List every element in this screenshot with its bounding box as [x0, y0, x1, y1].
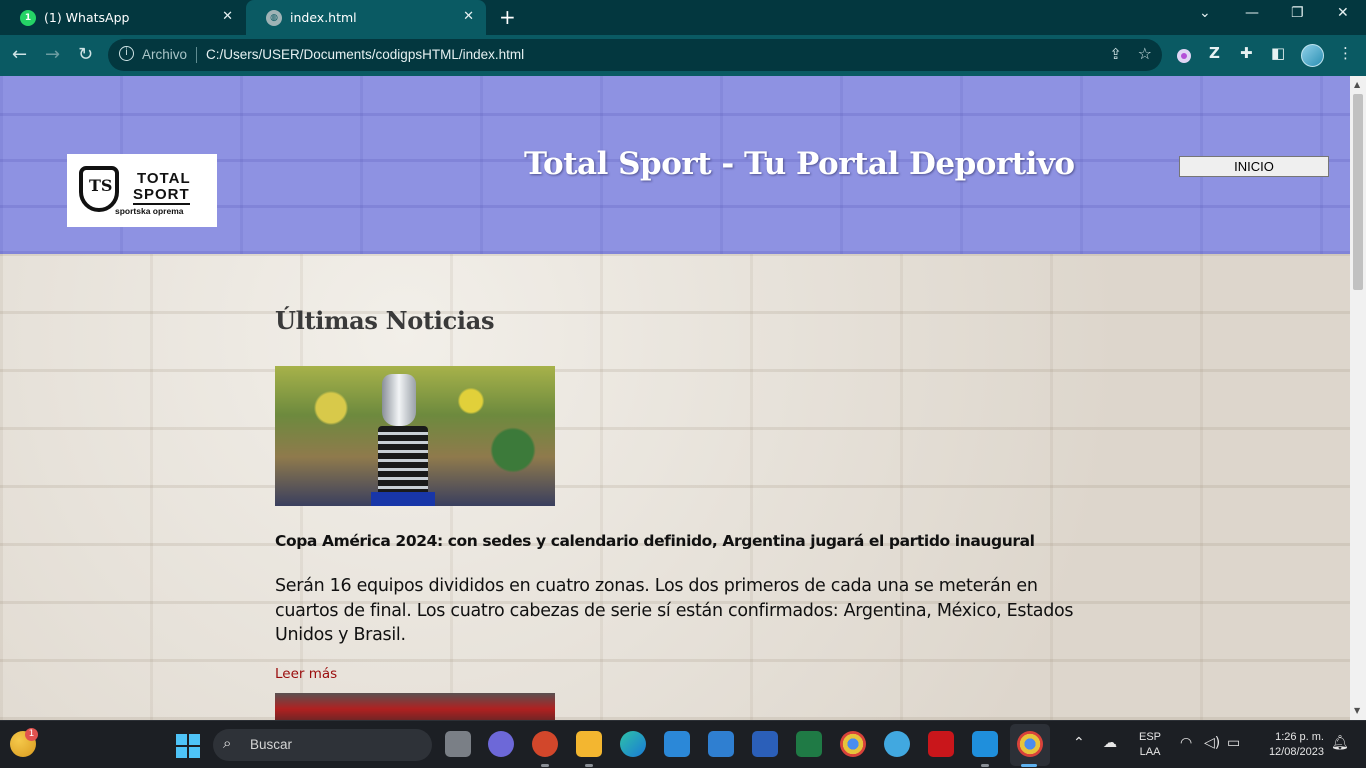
news-title: Copa América 2024: con sedes y calendari… [275, 532, 1035, 550]
news-body: Serán 16 equipos divididos en cuatro zon… [275, 576, 1074, 645]
read-more-link[interactable]: Leer más [275, 666, 337, 682]
inicio-button[interactable]: INICIO [1179, 156, 1329, 177]
powerpoint-icon[interactable] [532, 731, 558, 767]
tab-index[interactable]: ◍ index.html ✕ [246, 0, 486, 35]
globe-icon: ◍ [266, 9, 282, 26]
tray-overflow-icon[interactable]: ⌃ [1073, 735, 1085, 751]
trophy-stand [371, 492, 435, 506]
browser-toolbar: ← → ↻ i Archivo C:/Users/USER/Documents/… [0, 35, 1366, 76]
keyboard-layout: LAA [1139, 746, 1161, 758]
notification-bell-icon[interactable]: 🔔︎ [1331, 735, 1349, 751]
tab-label: (1) WhatsApp [44, 10, 130, 25]
scroll-down-icon[interactable]: ▼ [1354, 706, 1360, 715]
address-url[interactable]: C:/Users/USER/Documents/codigpsHTML/inde… [206, 47, 524, 62]
vscode-icon[interactable] [972, 731, 998, 767]
close-tab-icon[interactable]: ✕ [222, 9, 233, 24]
extension-icon[interactable] [1177, 49, 1191, 63]
logo-line2: SPORT [133, 186, 190, 205]
close-tab-icon[interactable]: ✕ [463, 9, 474, 24]
search-icon: ⌕ [223, 735, 232, 752]
trophy-cup [382, 374, 416, 426]
info-icon[interactable]: i [119, 46, 134, 61]
browser-tab-bar: 1 (1) WhatsApp ✕ ◍ index.html ✕ + ⌄ — ❐ … [0, 0, 1366, 35]
reload-icon[interactable]: ↻ [78, 44, 93, 65]
wifi-icon[interactable]: ◠ [1180, 735, 1192, 751]
battery-icon[interactable]: ▭ [1227, 735, 1240, 751]
teams-icon[interactable] [488, 731, 514, 757]
profile-avatar[interactable] [1301, 44, 1324, 67]
address-bar[interactable]: i Archivo C:/Users/USER/Documents/codigp… [108, 39, 1162, 71]
news-heading: Últimas Noticias [275, 306, 495, 335]
scroll-up-icon[interactable]: ▲ [1354, 80, 1360, 89]
tab-label: index.html [290, 10, 357, 25]
share-icon[interactable]: ⇪ [1109, 45, 1122, 63]
puzzle-icon[interactable]: ✚ [1240, 44, 1253, 62]
volume-icon[interactable]: ◁) [1204, 735, 1220, 751]
tab-whatsapp[interactable]: 1 (1) WhatsApp ✕ [0, 0, 245, 35]
mail-icon[interactable] [708, 731, 734, 757]
chrome-active-icon[interactable] [1017, 731, 1043, 757]
weather-badge: 1 [25, 728, 38, 741]
site-title: Total Sport - Tu Portal Deportivo [524, 146, 1075, 182]
zotero-icon[interactable]: Z [1209, 44, 1220, 62]
logo-mark: TS [79, 166, 119, 212]
edge-icon[interactable] [620, 731, 646, 757]
news-image-copa-america [275, 366, 555, 506]
language-indicator[interactable]: ESP LAA [1139, 730, 1161, 760]
clock-date: 12/08/2023 [1268, 746, 1324, 758]
store-icon[interactable] [664, 731, 690, 757]
back-icon[interactable]: ← [12, 44, 27, 65]
scroll-thumb[interactable] [1353, 94, 1363, 290]
tab-search-icon[interactable]: ⌄ [1199, 5, 1211, 21]
address-divider [196, 47, 197, 63]
forward-icon[interactable]: → [45, 44, 60, 65]
logo-tagline: sportska oprema [115, 206, 184, 216]
task-view-icon[interactable] [445, 731, 471, 757]
whatsapp-icon: 1 [20, 9, 36, 26]
word-icon[interactable] [752, 731, 778, 757]
file-explorer-icon[interactable] [576, 731, 602, 767]
new-tab-button[interactable]: + [499, 5, 516, 29]
feather-app-icon[interactable] [884, 731, 910, 757]
chrome-icon[interactable] [840, 731, 866, 757]
search-placeholder: Buscar [250, 737, 293, 752]
onedrive-icon[interactable]: ☁ [1103, 735, 1117, 751]
language-code: ESP [1139, 731, 1162, 743]
mcafee-icon[interactable] [928, 731, 954, 757]
start-icon[interactable] [176, 734, 200, 758]
trophy-base [378, 426, 428, 496]
site-header: TS TOTAL SPORT sportska oprema Total Spo… [0, 76, 1350, 254]
clock-time: 1:26 p. m. [1275, 731, 1324, 743]
site-logo[interactable]: TS TOTAL SPORT sportska oprema [67, 154, 217, 227]
menu-icon[interactable]: ⋮ [1338, 44, 1353, 62]
restore-icon[interactable]: ❐ [1291, 5, 1304, 21]
minimize-icon[interactable]: — [1245, 5, 1259, 21]
active-indicator [1021, 764, 1037, 767]
bookmark-star-icon[interactable]: ☆ [1138, 44, 1152, 63]
taskbar-search[interactable]: ⌕ Buscar [213, 729, 432, 761]
page-scrollbar[interactable]: ▲ ▼ [1350, 76, 1366, 720]
news-image-next [275, 693, 555, 720]
address-prefix: Archivo [142, 47, 188, 62]
page-viewport: TS TOTAL SPORT sportska oprema Total Spo… [0, 76, 1350, 720]
side-panel-icon[interactable]: ◧ [1271, 44, 1285, 62]
excel-icon[interactable] [796, 731, 822, 757]
logo-line1: TOTAL [137, 170, 191, 187]
taskbar: 1 ⌕ Buscar ⌃ ☁ ESP LAA ◠ ◁) ▭ 1:26 p. m.… [0, 720, 1366, 768]
close-window-icon[interactable]: ✕ [1337, 5, 1349, 21]
system-clock[interactable]: 1:26 p. m. 12/08/2023 [1258, 730, 1324, 760]
